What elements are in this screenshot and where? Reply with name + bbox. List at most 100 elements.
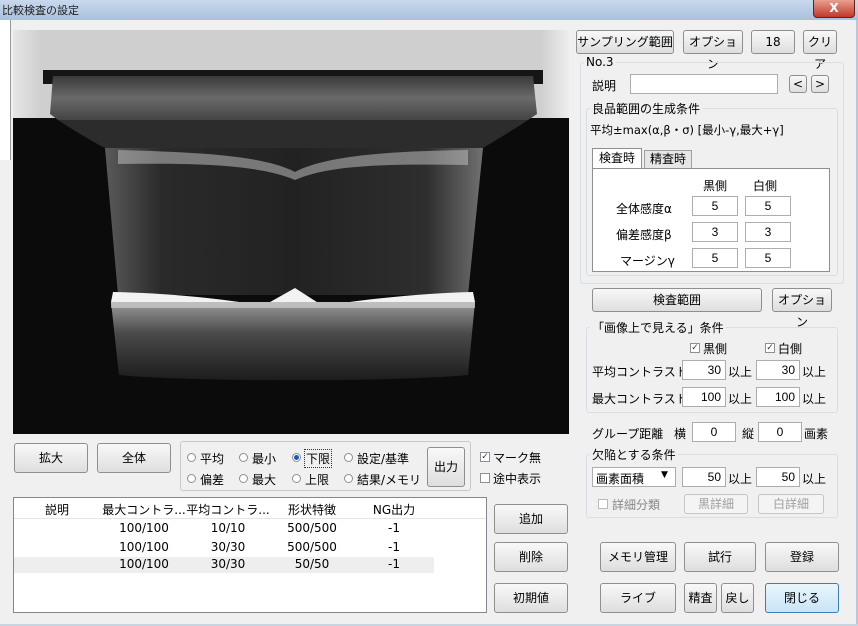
radio-setting[interactable] [344, 453, 353, 462]
avg-contrast-white[interactable] [756, 360, 800, 380]
radio-setting-label: 設定/基準 [357, 452, 410, 466]
inspection-image [13, 30, 569, 434]
white-detail-button[interactable]: 白詳細 [758, 494, 824, 514]
tab-inspection[interactable]: 検査時 [592, 148, 642, 168]
cell-ng-output: -1 [388, 557, 400, 571]
tab-review[interactable]: 精査時 [644, 150, 692, 168]
group-distance-h-input[interactable] [692, 422, 736, 442]
initial-value-button[interactable]: 初期値 [494, 583, 568, 613]
radio-avg[interactable] [187, 453, 196, 462]
cell-avg-contrast: 30/30 [210, 557, 246, 571]
image-preview[interactable] [13, 30, 569, 434]
max-contrast-black[interactable] [682, 387, 726, 407]
overall-sensitivity-label: 全体感度α [616, 202, 672, 216]
avg-above-label-2: 以上 [802, 365, 827, 379]
description-input[interactable] [630, 74, 778, 94]
group-distance-unit: 画素 [804, 427, 829, 441]
no-mark-label: マーク無 [493, 451, 542, 465]
radio-avg-label: 平均 [200, 452, 225, 466]
cell-ng-output: -1 [388, 521, 400, 535]
deviation-sensitivity-label: 偏差感度β [616, 228, 672, 242]
inspection-range-button[interactable]: 検査範囲 [592, 288, 762, 312]
column-max-contrast[interactable]: 最大コントラ... [102, 501, 186, 518]
detail-class-label: 詳細分類 [612, 498, 661, 512]
description-label: 説明 [592, 79, 617, 93]
zoom-button[interactable]: 拡大 [14, 443, 88, 473]
black-side-header: 黒側 [703, 179, 728, 193]
black-side-label: 黒側 [703, 342, 728, 356]
count-button[interactable]: 18 [751, 30, 795, 54]
defect-above-label-2: 以上 [802, 472, 827, 486]
radio-min[interactable] [239, 453, 248, 462]
close-dialog-button[interactable]: 閉じる [765, 583, 839, 613]
group-distance-label: グループ距離 [592, 427, 664, 441]
option-button[interactable]: オプション [683, 30, 743, 71]
radio-dev[interactable] [187, 474, 196, 483]
inspection-option-button[interactable]: オプション [772, 288, 832, 329]
memory-management-button[interactable]: メモリ管理 [600, 542, 676, 572]
radio-lower[interactable] [292, 453, 301, 462]
deviation-sensitivity-white[interactable] [745, 222, 791, 242]
radio-result[interactable] [344, 474, 353, 483]
max-above-label-2: 以上 [802, 392, 827, 406]
delete-button[interactable]: 削除 [494, 542, 568, 572]
item-number-label: No.3 [584, 55, 616, 69]
avg-contrast-black[interactable] [682, 360, 726, 380]
white-side-checkbox[interactable]: ✓ [765, 343, 775, 353]
radio-upper[interactable] [292, 474, 301, 483]
add-button[interactable]: 追加 [494, 504, 568, 534]
defect-metric-select[interactable]: 画素面積 ▼ [592, 467, 676, 487]
revert-button[interactable]: 戻し [721, 583, 754, 613]
group-distance-v-label: 縦 [742, 427, 755, 441]
black-detail-button[interactable]: 黒詳細 [684, 494, 748, 514]
live-button[interactable]: ライブ [600, 583, 676, 613]
margin-white[interactable] [745, 248, 791, 268]
prev-item-button[interactable]: < [789, 75, 807, 93]
avg-above-label-1: 以上 [728, 365, 753, 379]
table-row[interactable]: 100/100 30/30 50/50 -1 [14, 557, 434, 573]
overall-sensitivity-white[interactable] [745, 196, 791, 216]
register-button[interactable]: 登録 [765, 542, 839, 572]
output-button[interactable]: 出力 [427, 447, 465, 487]
margin-black[interactable] [692, 248, 738, 268]
cell-max-contrast: 100/100 [119, 521, 169, 535]
clear-button[interactable]: クリア [803, 30, 837, 71]
no-mark-checkbox[interactable]: ✓ [480, 452, 490, 462]
cell-shape-feature: 500/500 [287, 521, 337, 535]
max-contrast-white[interactable] [756, 387, 800, 407]
black-side-checkbox[interactable]: ✓ [690, 343, 700, 353]
table-row[interactable]: 100/100 30/30 500/500 -1 [14, 540, 434, 556]
overall-sensitivity-black[interactable] [692, 196, 738, 216]
close-button[interactable]: X [813, 0, 855, 18]
white-side-header: 白側 [753, 179, 778, 193]
dropdown-arrow-icon: ▼ [661, 470, 668, 480]
column-shape-feature[interactable]: 形状特徴 [270, 501, 354, 518]
max-above-label-1: 以上 [728, 392, 753, 406]
sampling-range-button[interactable]: サンプリング範囲 [576, 30, 674, 54]
white-side-label: 白側 [778, 342, 803, 356]
detail-class-checkbox[interactable] [598, 499, 608, 509]
group-distance-v-input[interactable] [758, 422, 802, 442]
trial-button[interactable]: 試行 [684, 542, 756, 572]
column-avg-contrast[interactable]: 平均コントラ... [186, 501, 270, 518]
fit-all-button[interactable]: 全体 [97, 443, 171, 473]
defect-value-1[interactable] [682, 467, 726, 487]
next-item-button[interactable]: > [811, 75, 829, 93]
column-ng-output[interactable]: NG出力 [354, 501, 434, 518]
radio-max[interactable] [239, 474, 248, 483]
deviation-sensitivity-black[interactable] [692, 222, 738, 242]
defect-value-2[interactable] [756, 467, 800, 487]
radio-lower-label: 下限 [304, 449, 333, 468]
column-description[interactable]: 説明 [14, 501, 100, 518]
review-button[interactable]: 精査 [684, 583, 717, 613]
max-contrast-label: 最大コントラスト [592, 392, 688, 406]
radio-min-label: 最小 [252, 452, 277, 466]
table-row[interactable]: 100/100 10/10 500/500 -1 [14, 521, 434, 537]
radio-dev-label: 偏差 [200, 473, 225, 487]
background-window-edge [0, 20, 11, 160]
margin-label: マージンγ [620, 254, 675, 268]
midway-display-checkbox[interactable] [480, 473, 490, 483]
title-bar: 比較検査の設定 X [0, 0, 858, 20]
condition-list[interactable]: 説明 最大コントラ... 平均コントラ... 形状特徴 NG出力 100/100… [13, 497, 487, 613]
visible-group-title: 「画像上で見える」条件 [590, 319, 726, 336]
